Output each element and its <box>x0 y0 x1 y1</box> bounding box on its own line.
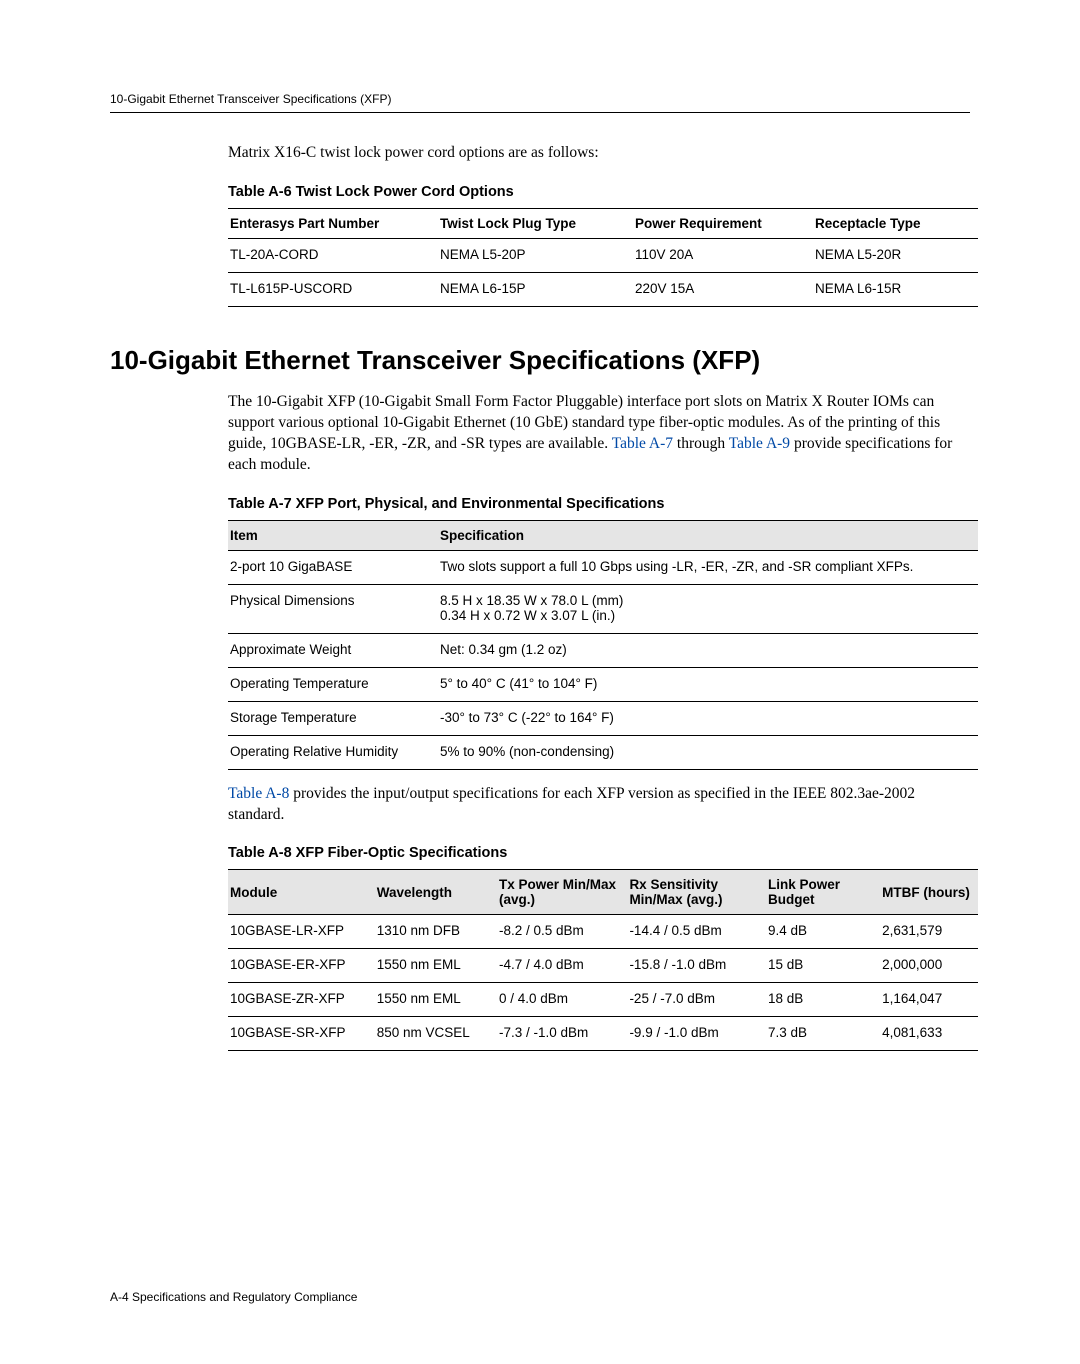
cell: 10GBASE-LR-XFP <box>228 915 375 949</box>
cell: 110V 20A <box>633 238 813 272</box>
cell: 220V 15A <box>633 272 813 306</box>
table-row: Physical Dimensions 8.5 H x 18.35 W x 78… <box>228 584 978 633</box>
link-table-a7[interactable]: Table A-7 <box>612 435 673 452</box>
cell: Net: 0.34 gm (1.2 oz) <box>438 633 978 667</box>
cell: 4,081,633 <box>880 1017 978 1051</box>
table-a7-caption: Table A-7 XFP Port, Physical, and Enviro… <box>228 496 970 512</box>
cell: 1550 nm EML <box>375 949 497 983</box>
cell: -14.4 / 0.5 dBm <box>627 915 766 949</box>
table-header: Rx Sensitivity Min/Max (avg.) <box>627 870 766 915</box>
intro-line: Matrix X16-C twist lock power cord optio… <box>228 143 970 164</box>
cell: 10GBASE-ZR-XFP <box>228 983 375 1017</box>
cell: 850 nm VCSEL <box>375 1017 497 1051</box>
cell: NEMA L6-15P <box>438 272 633 306</box>
table-header: Tx Power Min/Max (avg.) <box>497 870 627 915</box>
cell: 2-port 10 GigaBASE <box>228 550 438 584</box>
text: provides the input/output specifications… <box>228 785 915 823</box>
cell: 1550 nm EML <box>375 983 497 1017</box>
cell: Operating Temperature <box>228 667 438 701</box>
table-header: MTBF (hours) <box>880 870 978 915</box>
table-row: 10GBASE-SR-XFP 850 nm VCSEL -7.3 / -1.0 … <box>228 1017 978 1051</box>
paragraph: The 10-Gigabit XFP (10-Gigabit Small For… <box>228 392 970 476</box>
table-header: Twist Lock Plug Type <box>438 208 633 238</box>
cell: 5% to 90% (non-condensing) <box>438 735 978 769</box>
cell: -25 / -7.0 dBm <box>627 983 766 1017</box>
cell: Physical Dimensions <box>228 584 438 633</box>
cell: 9.4 dB <box>766 915 880 949</box>
cell: Storage Temperature <box>228 701 438 735</box>
paragraph: Table A-8 provides the input/output spec… <box>228 784 970 826</box>
page-footer: A-4 Specifications and Regulatory Compli… <box>110 1290 357 1304</box>
link-table-a8[interactable]: Table A-8 <box>228 785 289 802</box>
cell: -7.3 / -1.0 dBm <box>497 1017 627 1051</box>
running-header: 10-Gigabit Ethernet Transceiver Specific… <box>110 92 970 113</box>
table-header: Receptacle Type <box>813 208 978 238</box>
cell: TL-L615P-USCORD <box>228 272 438 306</box>
cell: NEMA L5-20P <box>438 238 633 272</box>
cell: Operating Relative Humidity <box>228 735 438 769</box>
table-row: 10GBASE-ER-XFP 1550 nm EML -4.7 / 4.0 dB… <box>228 949 978 983</box>
cell: 5° to 40° C (41° to 104° F) <box>438 667 978 701</box>
cell: NEMA L6-15R <box>813 272 978 306</box>
table-header: Item <box>228 520 438 550</box>
table-header: Specification <box>438 520 978 550</box>
table-row: 10GBASE-LR-XFP 1310 nm DFB -8.2 / 0.5 dB… <box>228 915 978 949</box>
table-header: Enterasys Part Number <box>228 208 438 238</box>
cell: -9.9 / -1.0 dBm <box>627 1017 766 1051</box>
table-row: Approximate Weight Net: 0.34 gm (1.2 oz) <box>228 633 978 667</box>
table-a8: Module Wavelength Tx Power Min/Max (avg.… <box>228 869 978 1051</box>
cell: 2,631,579 <box>880 915 978 949</box>
table-a6-caption: Table A-6 Twist Lock Power Cord Options <box>228 184 970 200</box>
cell: -4.7 / 4.0 dBm <box>497 949 627 983</box>
cell: 10GBASE-ER-XFP <box>228 949 375 983</box>
cell: 8.5 H x 18.35 W x 78.0 L (mm) 0.34 H x 0… <box>438 584 978 633</box>
table-row: Storage Temperature -30° to 73° C (-22° … <box>228 701 978 735</box>
table-row: 2-port 10 GigaBASE Two slots support a f… <box>228 550 978 584</box>
table-header: Power Requirement <box>633 208 813 238</box>
table-row: Operating Relative Humidity 5% to 90% (n… <box>228 735 978 769</box>
text: through <box>673 435 729 452</box>
table-header: Wavelength <box>375 870 497 915</box>
cell: 15 dB <box>766 949 880 983</box>
table-row: 10GBASE-ZR-XFP 1550 nm EML 0 / 4.0 dBm -… <box>228 983 978 1017</box>
table-a8-caption: Table A-8 XFP Fiber-Optic Specifications <box>228 845 970 861</box>
table-row: Operating Temperature 5° to 40° C (41° t… <box>228 667 978 701</box>
cell: TL-20A-CORD <box>228 238 438 272</box>
cell: NEMA L5-20R <box>813 238 978 272</box>
cell: Approximate Weight <box>228 633 438 667</box>
cell: Two slots support a full 10 Gbps using -… <box>438 550 978 584</box>
cell: -8.2 / 0.5 dBm <box>497 915 627 949</box>
link-table-a9[interactable]: Table A-9 <box>729 435 790 452</box>
cell: 18 dB <box>766 983 880 1017</box>
table-row: TL-L615P-USCORD NEMA L6-15P 220V 15A NEM… <box>228 272 978 306</box>
cell: 0 / 4.0 dBm <box>497 983 627 1017</box>
cell: 1310 nm DFB <box>375 915 497 949</box>
table-header: Link Power Budget <box>766 870 880 915</box>
cell: 10GBASE-SR-XFP <box>228 1017 375 1051</box>
cell: -15.8 / -1.0 dBm <box>627 949 766 983</box>
table-a7: Item Specification 2-port 10 GigaBASE Tw… <box>228 520 978 770</box>
cell: -30° to 73° C (-22° to 164° F) <box>438 701 978 735</box>
section-heading: 10-Gigabit Ethernet Transceiver Specific… <box>110 345 970 376</box>
cell: 2,000,000 <box>880 949 978 983</box>
cell: 1,164,047 <box>880 983 978 1017</box>
table-header: Module <box>228 870 375 915</box>
table-a6: Enterasys Part Number Twist Lock Plug Ty… <box>228 208 978 307</box>
table-row: TL-20A-CORD NEMA L5-20P 110V 20A NEMA L5… <box>228 238 978 272</box>
cell: 7.3 dB <box>766 1017 880 1051</box>
